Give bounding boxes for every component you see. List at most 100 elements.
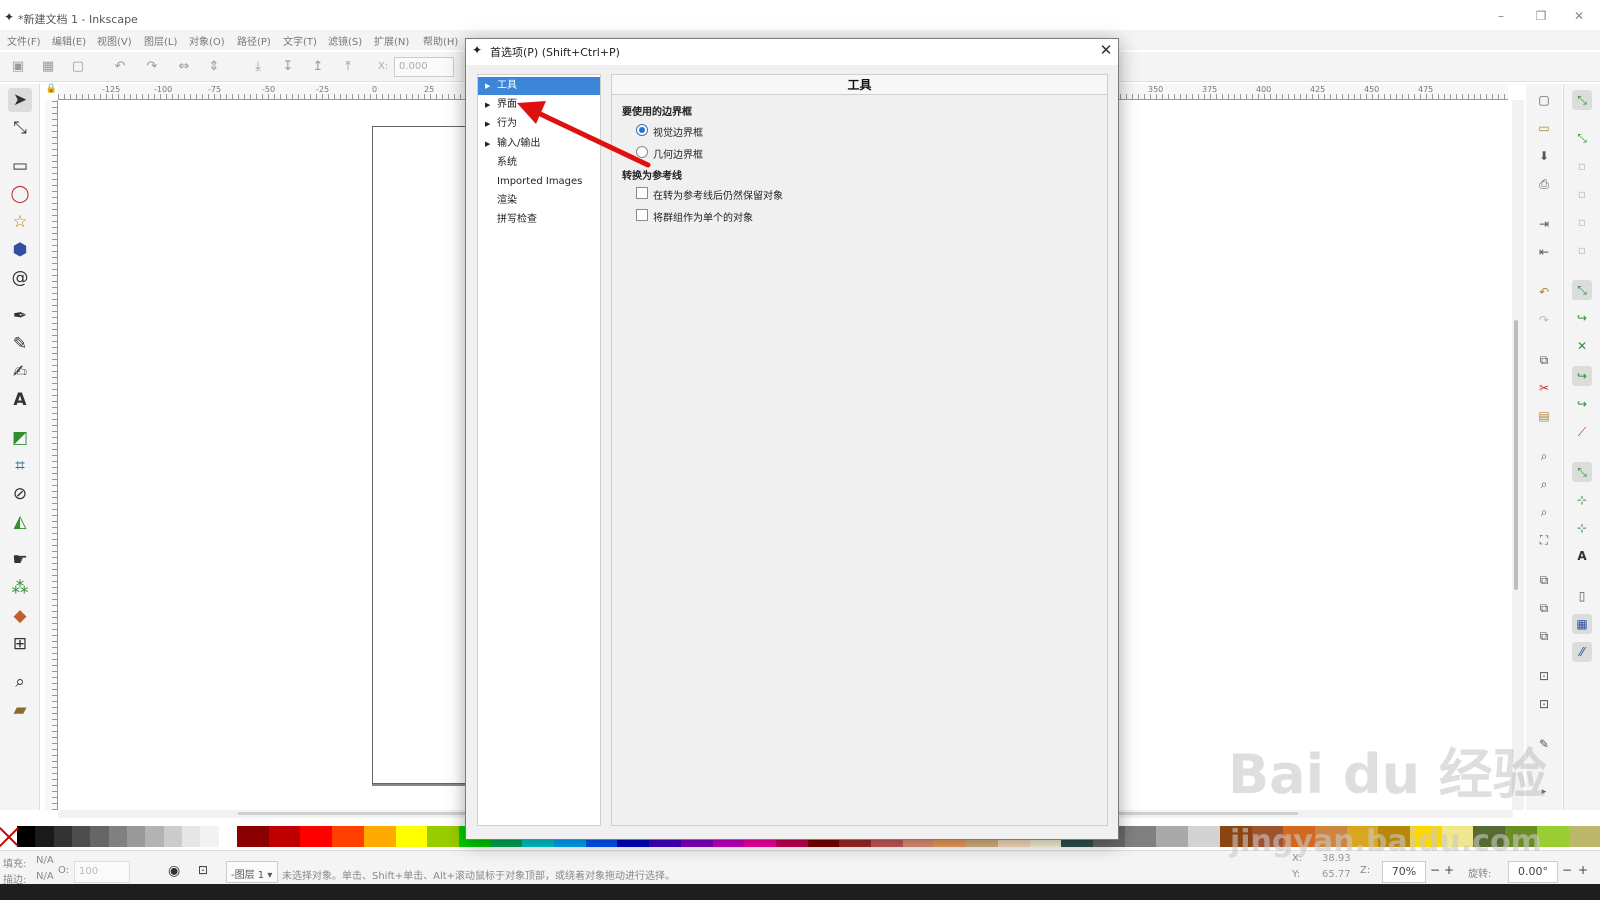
current-layer-select[interactable]: -图层 1 ▾ (226, 861, 278, 883)
pencil-tool-icon[interactable]: ✎ (8, 332, 32, 356)
menu-filters[interactable]: 滤镜(S) (328, 33, 362, 48)
color-swatch[interactable] (1568, 826, 1600, 847)
color-swatch[interactable] (332, 826, 364, 847)
keep-objects-checkbox[interactable] (636, 187, 648, 199)
ungroup-icon[interactable]: ⊡ (1536, 696, 1552, 712)
snap-grid-icon[interactable]: ▦ (1572, 614, 1592, 634)
menu-file[interactable]: 文件(F) (7, 33, 41, 48)
snap-midpoints-icon[interactable]: ⟋ (1572, 422, 1592, 442)
zoom-out-button[interactable]: − (1430, 863, 1440, 877)
undo-icon[interactable]: ↶ (1536, 284, 1552, 300)
group-as-single-checkbox[interactable] (636, 209, 648, 221)
dialog-close-button[interactable]: ✕ (1096, 40, 1116, 60)
menu-view[interactable]: 视图(V) (97, 33, 132, 48)
color-swatch[interactable] (35, 826, 54, 847)
color-swatch[interactable] (53, 826, 72, 847)
snap-rotation-center-icon[interactable]: ⊹ (1572, 518, 1592, 538)
spiral-tool-icon[interactable]: @ (8, 266, 32, 290)
color-swatch[interactable] (395, 826, 428, 847)
expander-arrow-icon[interactable]: ▶ (485, 77, 490, 95)
expander-arrow-icon[interactable]: ▶ (485, 135, 490, 153)
snap-toggle-icon[interactable]: ⤡ (1572, 90, 1592, 110)
gradient-tool-icon[interactable]: ◩ (8, 426, 32, 450)
color-swatch[interactable] (17, 826, 36, 847)
color-swatch[interactable] (237, 826, 269, 847)
star-tool-icon[interactable]: ☆ (8, 210, 32, 234)
snap-paths-icon[interactable]: ↪ (1572, 308, 1592, 328)
opacity-input[interactable]: 100 (74, 861, 130, 883)
zoom-drawing-icon[interactable]: ⌕ (1536, 476, 1552, 492)
no-paint-swatch[interactable] (0, 826, 17, 847)
paste-icon[interactable]: ▤ (1536, 408, 1552, 424)
eraser-tool-icon[interactable]: ◆ (8, 604, 32, 628)
close-window-button[interactable]: ✕ (1562, 9, 1596, 25)
vertical-scrollbar-thumb[interactable] (1514, 320, 1518, 590)
dropper-tool-icon[interactable]: ⊘ (8, 482, 32, 506)
import-icon[interactable]: ⇥ (1536, 216, 1552, 232)
save-icon[interactable]: ⬇ (1536, 148, 1552, 164)
nav-item[interactable]: 拼写检查 (478, 211, 600, 229)
flip-vertical-icon[interactable]: ⇕ (206, 59, 222, 75)
layer-visibility-icon[interactable]: ◉ (168, 863, 180, 879)
connector-tool-icon[interactable]: ⊞ (8, 632, 32, 656)
nav-item[interactable]: ▶ 工具 (478, 77, 600, 95)
geometric-bbox-radio[interactable] (636, 146, 648, 158)
color-swatch[interactable] (427, 826, 459, 847)
nav-item[interactable]: Imported Images (478, 173, 600, 191)
nav-item[interactable]: ▶ 行为 (478, 115, 600, 133)
lower-icon[interactable]: ↧ (280, 59, 296, 75)
menu-extensions[interactable]: 扩展(N) (374, 33, 409, 48)
unlink-clone-icon[interactable]: ⧉ (1536, 628, 1552, 644)
zoom-selection-icon[interactable]: ⌕ (1536, 448, 1552, 464)
clone-icon[interactable]: ⧉ (1536, 600, 1552, 616)
rotate-plus-button[interactable]: + (1578, 863, 1588, 877)
select-all-layers-icon[interactable]: ▦ (40, 59, 56, 75)
zoom-in-button[interactable]: + (1444, 863, 1454, 877)
color-swatch[interactable] (126, 826, 146, 847)
zoom-input[interactable]: 70% (1382, 861, 1426, 883)
snap-text-baseline-icon[interactable]: A (1572, 546, 1592, 566)
guide-lock-icon[interactable]: 🔒 (45, 84, 58, 100)
snap-guides-icon[interactable]: ⁄⁄ (1572, 642, 1592, 662)
paint-bucket-tool-icon[interactable]: ◭ (8, 510, 32, 534)
zoom-tool-icon[interactable]: ⌕ (8, 670, 32, 694)
copy-icon[interactable]: ⧉ (1536, 352, 1552, 368)
cut-icon[interactable]: ✂ (1536, 380, 1552, 396)
open-folder-icon[interactable]: ▭ (1536, 120, 1552, 136)
color-swatch[interactable] (90, 826, 109, 847)
layer-lock-icon[interactable]: ⊡ (198, 863, 208, 877)
ellipse-tool-icon[interactable]: ◯ (8, 182, 32, 206)
vertical-scrollbar[interactable] (1512, 100, 1524, 810)
rotation-input[interactable]: 0.00° (1508, 861, 1558, 883)
snap-nodes-icon[interactable]: ⤡ (1572, 280, 1592, 300)
maximize-button[interactable]: ❐ (1524, 9, 1558, 25)
lower-to-bottom-icon[interactable]: ⤓ (250, 59, 266, 75)
snap-bbox-corner-icon[interactable]: ▫ (1572, 184, 1592, 204)
3d-box-tool-icon[interactable]: ⬢ (8, 238, 32, 262)
nav-item[interactable]: ▶ 界面 (478, 96, 600, 114)
menu-path[interactable]: 路径(P) (237, 33, 271, 48)
color-swatch[interactable] (363, 826, 396, 847)
rotate-cw-icon[interactable]: ↷ (144, 59, 160, 75)
raise-icon[interactable]: ↥ (310, 59, 326, 75)
color-swatch[interactable] (268, 826, 301, 847)
zoom-page-icon[interactable]: ⌕ (1536, 504, 1552, 520)
color-swatch[interactable] (145, 826, 164, 847)
rectangle-tool-icon[interactable]: ▭ (8, 154, 32, 178)
rotate-minus-button[interactable]: − (1562, 863, 1572, 877)
print-icon[interactable]: ⎙ (1536, 176, 1552, 192)
pen-tool-icon[interactable]: ✒ (8, 304, 32, 328)
flip-horizontal-icon[interactable]: ⇔ (176, 59, 192, 75)
duplicate-icon[interactable]: ⧉ (1536, 572, 1552, 588)
new-document-icon[interactable]: ▢ (1536, 92, 1552, 108)
tweak-tool-icon[interactable]: ☛ (8, 548, 32, 572)
menu-object[interactable]: 对象(O) (189, 33, 225, 48)
node-tool-icon[interactable]: ⤡ (8, 116, 32, 140)
menu-layer[interactable]: 图层(L) (144, 33, 177, 48)
expander-arrow-icon[interactable]: ▶ (485, 96, 490, 114)
selector-tool-icon[interactable]: ➤ (8, 88, 32, 112)
snap-intersections-icon[interactable]: ✕ (1572, 336, 1592, 356)
visual-bbox-radio[interactable] (636, 124, 648, 136)
snap-bbox-icon[interactable]: ⤡ (1572, 128, 1592, 148)
color-swatch[interactable] (163, 826, 182, 847)
